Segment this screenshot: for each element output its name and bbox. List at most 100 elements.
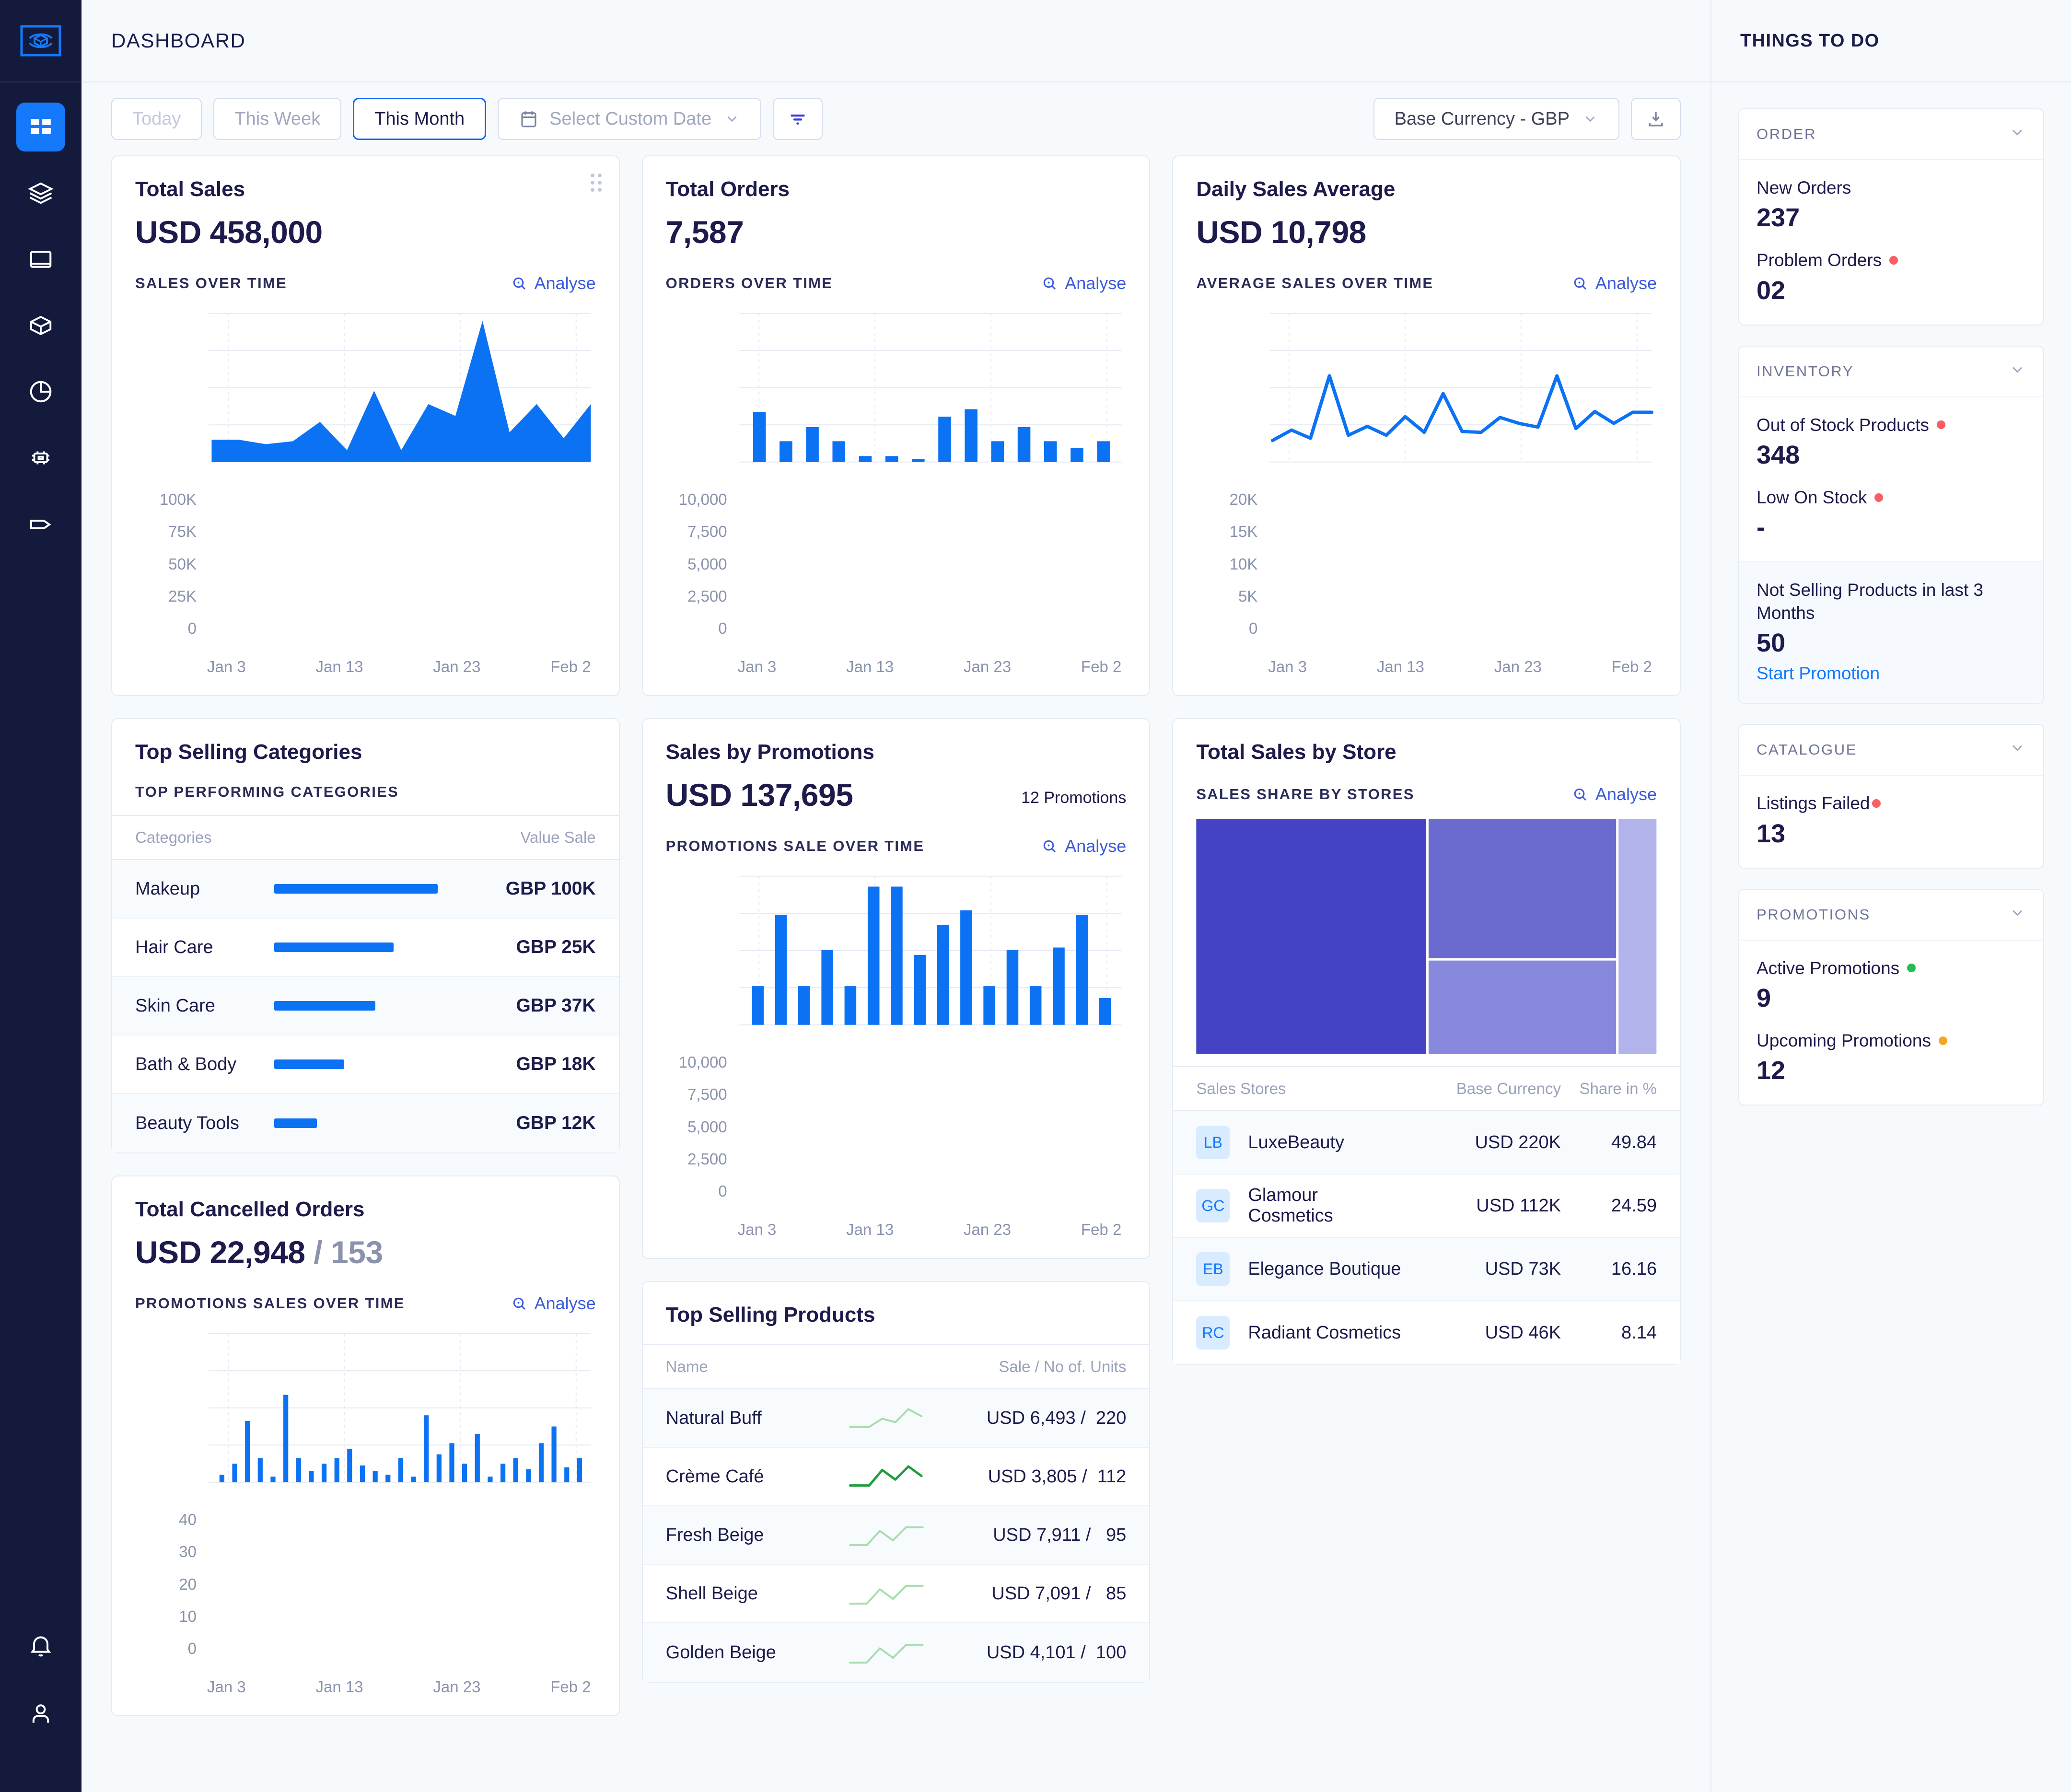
analyse-label: Analyse bbox=[1065, 273, 1127, 293]
promotions-count-badge: 12 Promotions bbox=[1021, 789, 1127, 807]
category-bar bbox=[274, 943, 394, 952]
table-row[interactable]: GC Glamour Cosmetics USD 112K 24.59 bbox=[1173, 1175, 1680, 1238]
category-bar bbox=[274, 1001, 376, 1011]
download-button[interactable] bbox=[1631, 98, 1681, 140]
x-axis-tick: Jan 13 bbox=[315, 658, 363, 675]
treemap-tile[interactable] bbox=[1196, 819, 1427, 1054]
treemap-tile[interactable] bbox=[1429, 819, 1617, 958]
card-total-sales-by-store: Total Sales by Store SALES SHARE BY STOR… bbox=[1172, 718, 1681, 1365]
product-value: USD 6,493 / 220 bbox=[986, 1408, 1127, 1428]
table-row[interactable]: Crème Café USD 3,805 / 112 bbox=[642, 1448, 1150, 1506]
table-row[interactable]: LB LuxeBeauty USD 220K 49.84 bbox=[1173, 1111, 1680, 1175]
ttd-stat-label: Listings Failed bbox=[1757, 792, 2026, 815]
category-value: GBP 18K bbox=[516, 1054, 596, 1074]
table-row[interactable]: Golden Beige USD 4,101 / 100 bbox=[642, 1623, 1150, 1682]
table-row[interactable]: Beauty Tools GBP 12K bbox=[112, 1094, 619, 1152]
ttd-stat: Upcoming Promotions 12 bbox=[1757, 1029, 2026, 1085]
table-row[interactable]: Natural Buff USD 6,493 / 220 bbox=[642, 1389, 1150, 1448]
y-axis-tick: 5,000 bbox=[687, 1117, 727, 1136]
filter-this-month-button[interactable]: This Month bbox=[353, 98, 487, 140]
page-header: DASHBOARD bbox=[81, 0, 1710, 82]
x-axis-tick: Jan 23 bbox=[1494, 658, 1542, 675]
table-row[interactable]: RC Radiant Cosmetics USD 46K 8.14 bbox=[1173, 1301, 1680, 1364]
treemap-tile[interactable] bbox=[1618, 819, 1657, 1054]
sidebar-item-integrations[interactable] bbox=[16, 433, 65, 482]
table-row[interactable]: Skin Care GBP 37K bbox=[112, 977, 619, 1036]
status-dot bbox=[1872, 799, 1881, 808]
chevron-down-icon[interactable] bbox=[2009, 361, 2026, 382]
app-logo[interactable] bbox=[0, 0, 81, 82]
grid-column-2: Total Orders 7,587 ORDERS OVER TIME Anal… bbox=[641, 155, 1151, 1683]
analyse-link[interactable]: Analyse bbox=[511, 1293, 596, 1314]
analyse-link[interactable]: Analyse bbox=[1571, 784, 1657, 804]
x-axis-tick: Jan 3 bbox=[737, 658, 777, 675]
category-name: Hair Care bbox=[135, 937, 213, 957]
ttd-panel-header[interactable]: ORDER bbox=[1739, 109, 2043, 160]
store-avatar: LB bbox=[1196, 1126, 1230, 1159]
y-axis-tick: 10K bbox=[1229, 555, 1258, 573]
x-axis-tick: Jan 3 bbox=[207, 1678, 246, 1696]
ttd-panel-header[interactable]: CATALOGUE bbox=[1739, 725, 2043, 776]
table-row[interactable]: EB Elegance Boutique USD 73K 16.16 bbox=[1173, 1238, 1680, 1301]
filter-button[interactable] bbox=[773, 98, 823, 140]
filter-today-button[interactable]: Today bbox=[111, 98, 202, 140]
page-title: DASHBOARD bbox=[111, 29, 246, 52]
analyse-link[interactable]: Analyse bbox=[511, 273, 596, 293]
table-header: Sales Stores Base Currency Share in % bbox=[1173, 1066, 1680, 1111]
sidebar-item-layers[interactable] bbox=[16, 169, 65, 218]
analyse-link[interactable]: Analyse bbox=[1041, 273, 1126, 293]
product-value: USD 7,091 / 85 bbox=[991, 1583, 1127, 1604]
col-base-currency: Base Currency bbox=[1456, 1080, 1561, 1097]
analyse-link[interactable]: Analyse bbox=[1041, 836, 1126, 856]
sidebar-item-promotions[interactable] bbox=[16, 500, 65, 548]
card-title: Total Sales bbox=[135, 177, 245, 201]
ttd-panel: ORDER New Orders 237 Problem Orders 02 bbox=[1738, 108, 2044, 326]
category-bar bbox=[274, 1118, 317, 1128]
sidebar-item-products[interactable] bbox=[16, 301, 65, 350]
category-name: Bath & Body bbox=[135, 1054, 237, 1074]
chevron-down-icon[interactable] bbox=[2009, 739, 2026, 760]
ttd-panel-header[interactable]: INVENTORY bbox=[1739, 347, 2043, 397]
card-top-selling-products: Top Selling Products Name Sale / No of. … bbox=[641, 1281, 1151, 1683]
grid-column-1: Total Sales USD 458,000 SALES OVER TIME … bbox=[111, 155, 620, 1716]
x-axis-tick: Jan 13 bbox=[846, 1221, 894, 1238]
card-drag-handle[interactable] bbox=[590, 174, 602, 192]
card-title: Total Sales by Store bbox=[1196, 740, 1396, 764]
notifications-button[interactable] bbox=[27, 1633, 54, 1662]
sidebar-item-analytics[interactable] bbox=[16, 367, 65, 416]
product-sparkline bbox=[838, 1462, 935, 1491]
card-title: Top Selling Categories bbox=[135, 740, 362, 764]
table-row[interactable]: Bath & Body GBP 18K bbox=[112, 1036, 619, 1094]
y-axis-tick: 50K bbox=[168, 555, 197, 573]
card-total-sales: Total Sales USD 458,000 SALES OVER TIME … bbox=[111, 155, 620, 696]
card-daily-sales-average: Daily Sales Average USD 10,798 AVERAGE S… bbox=[1172, 155, 1681, 696]
store-share: 8.14 bbox=[1621, 1322, 1657, 1343]
account-button[interactable] bbox=[27, 1700, 54, 1730]
base-currency-select[interactable]: Base Currency - GBP bbox=[1373, 98, 1619, 140]
sidebar-item-dashboard[interactable] bbox=[16, 103, 65, 151]
product-sparkline bbox=[838, 1638, 935, 1667]
table-row[interactable]: Shell Beige USD 7,091 / 85 bbox=[642, 1565, 1150, 1623]
sidebar-item-catalogue[interactable] bbox=[16, 235, 65, 284]
table-row[interactable]: Fresh Beige USD 7,911 / 95 bbox=[642, 1506, 1150, 1565]
layers-icon bbox=[28, 182, 54, 204]
analyse-link[interactable]: Analyse bbox=[1571, 273, 1657, 293]
category-name: Beauty Tools bbox=[135, 1113, 239, 1133]
col-value-sale: Value Sale bbox=[520, 828, 596, 846]
category-bar-cell bbox=[274, 1059, 438, 1069]
treemap-tile[interactable] bbox=[1429, 960, 1617, 1054]
chevron-down-icon[interactable] bbox=[2009, 124, 2026, 145]
analyse-label: Analyse bbox=[1065, 836, 1127, 856]
filter-this-week-button[interactable]: This Week bbox=[213, 98, 342, 140]
y-axis-tick: 10,000 bbox=[678, 1053, 727, 1071]
x-axis-tick: Jan 13 bbox=[315, 1678, 363, 1696]
start-promotion-link[interactable]: Start Promotion bbox=[1757, 663, 2026, 684]
table-row[interactable]: Makeup GBP 100K bbox=[112, 860, 619, 919]
select-custom-date-button[interactable]: Select Custom Date bbox=[498, 98, 762, 140]
ttd-stat: Problem Orders 02 bbox=[1757, 249, 2026, 305]
chevron-down-icon[interactable] bbox=[2009, 904, 2026, 925]
ttd-panel-header[interactable]: PROMOTIONS bbox=[1739, 890, 2043, 941]
card-sub-label: TOP PERFORMING CATEGORIES bbox=[135, 783, 399, 800]
table-row[interactable]: Hair Care GBP 25K bbox=[112, 919, 619, 977]
ttd-stat-label-text: Upcoming Promotions bbox=[1757, 1030, 1931, 1050]
